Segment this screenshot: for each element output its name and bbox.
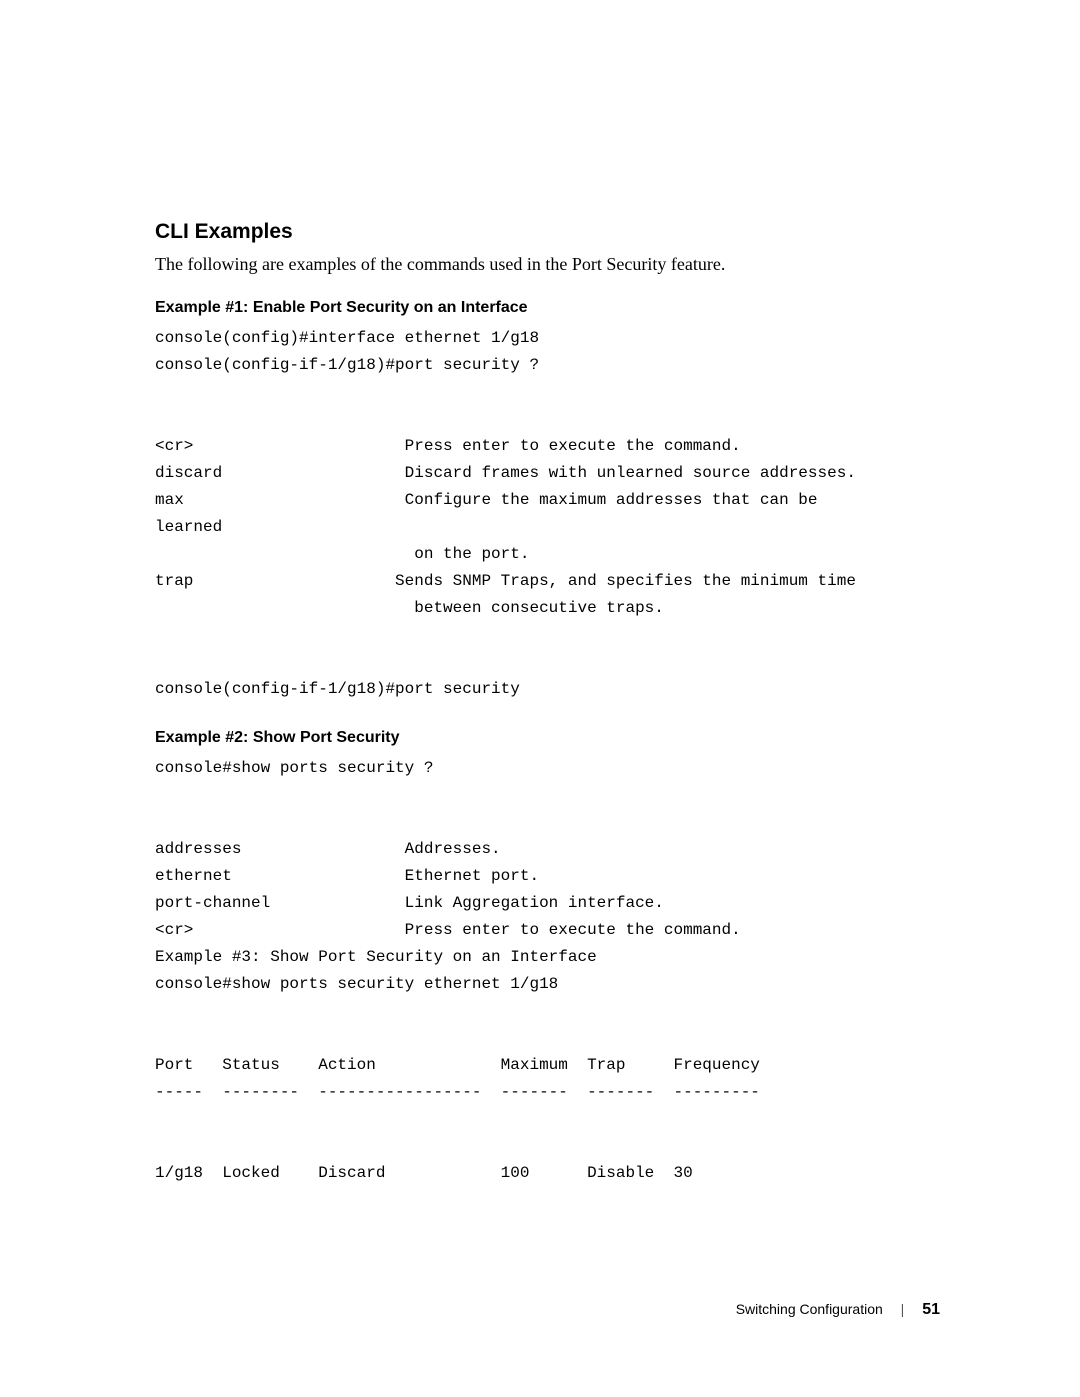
document-page: CLI Examples The following are examples …	[0, 0, 1080, 1293]
footer-separator: |	[901, 1301, 905, 1317]
example1-code: console(config)#interface ethernet 1/g18…	[155, 325, 940, 703]
page-number: 51	[922, 1301, 940, 1318]
page-footer: Switching Configuration | 51	[736, 1301, 940, 1319]
example2-code: console#show ports security ? addresses …	[155, 755, 940, 1187]
section-intro: The following are examples of the comman…	[155, 254, 940, 275]
footer-title: Switching Configuration	[736, 1301, 883, 1317]
section-heading: CLI Examples	[155, 220, 940, 244]
example2-heading: Example #2: Show Port Security	[155, 729, 940, 747]
example1-heading: Example #1: Enable Port Security on an I…	[155, 299, 940, 317]
